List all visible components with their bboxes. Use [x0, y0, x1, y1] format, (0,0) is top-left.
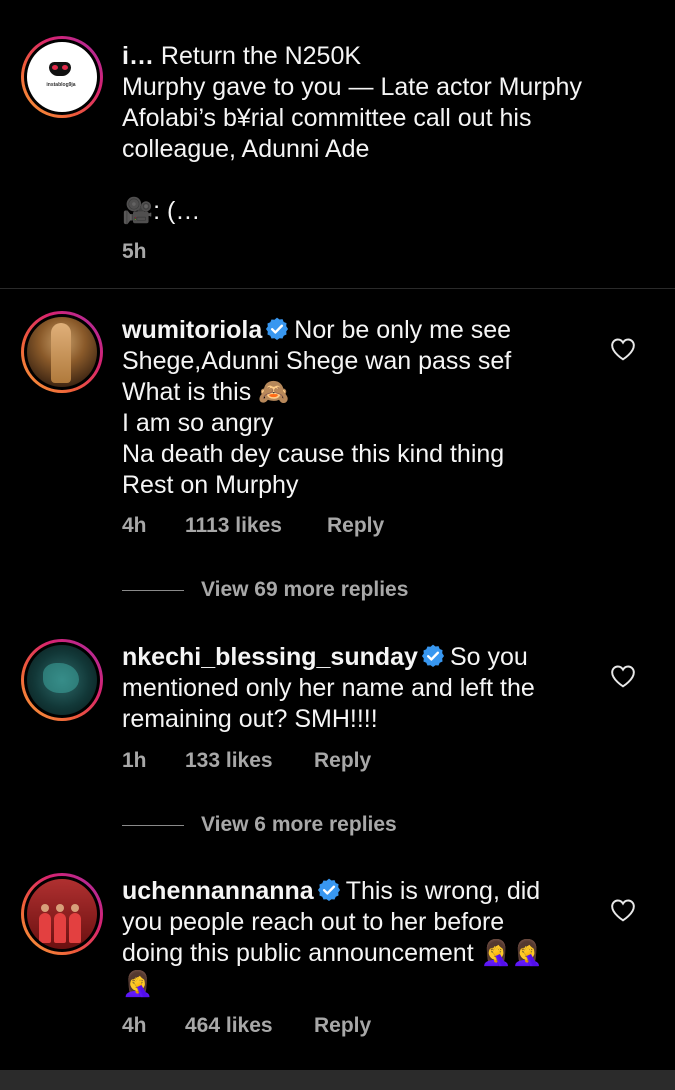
caption-divider [0, 288, 675, 289]
comment-avatar[interactable] [21, 873, 103, 955]
caption-line-3: Afolabi’s b¥rial committee call out his [122, 104, 532, 132]
caption-line-1: Return the N250K [160, 42, 362, 70]
comment-time: 4h [122, 1014, 147, 1037]
caption-credit-redacted: (… [167, 197, 201, 225]
verified-badge-icon [317, 878, 340, 902]
comment-likes[interactable]: 133 likes [185, 749, 273, 773]
comment-line: doing this public announcement 🤦‍♀️🤦‍♀️ [122, 939, 543, 967]
comment-line: Nor be only me see [294, 316, 512, 344]
comment-username[interactable]: uchennannanna [122, 877, 314, 905]
mask-logo-icon [49, 62, 71, 76]
caption-time: 5h [122, 240, 147, 263]
reply-button[interactable]: Reply [314, 749, 371, 773]
heart-outline-icon[interactable] [610, 898, 636, 922]
avatar-logo-text: instablog9ja [46, 82, 76, 88]
comment-line: Na death dey cause this kind thing [122, 440, 505, 468]
comment-likes[interactable]: 464 likes [185, 1014, 273, 1038]
caption-username[interactable]: i… [122, 42, 154, 70]
caption-credit: 🎥: (… [122, 196, 200, 227]
comment-line: mentioned only her name and left the [122, 674, 535, 702]
comment-username[interactable]: wumitoriola [122, 316, 262, 344]
comment-line: What is this 🙈 [122, 378, 290, 406]
bottom-bar [0, 1070, 675, 1090]
camera-icon: 🎥: [122, 197, 168, 225]
comment-line: Shege,Adunni Shege wan pass sef [122, 347, 512, 375]
comment-time: 1h [122, 749, 147, 772]
heart-outline-icon[interactable] [610, 337, 636, 361]
caption-line-4: colleague, Adunni Ade [122, 135, 370, 163]
comment-text: wumitoriola Nor be only me see Shege,Adun… [122, 315, 511, 501]
verified-badge-icon [266, 317, 289, 341]
comment-line: This is wrong, did [345, 877, 541, 905]
comment-time: 4h [122, 514, 147, 537]
comment-avatar[interactable] [21, 639, 103, 721]
comment-line: 🤦‍♀️ [122, 970, 154, 998]
comment-line: I am so angry [122, 409, 274, 437]
comment-text: uchennannanna This is wrong, did you peop… [122, 876, 543, 1000]
comment-line: remaining out? SMH!!!! [122, 705, 378, 733]
post-caption: instablog9ja i… Return the N250K Murphy … [0, 0, 675, 288]
comment-line: you people reach out to her before [122, 908, 505, 936]
comment-avatar[interactable] [21, 311, 103, 393]
caption-text: i… Return the N250K Murphy gave to you —… [122, 41, 582, 165]
comment-line: Rest on Murphy [122, 471, 299, 499]
verified-badge-icon [421, 644, 445, 668]
comment-username[interactable]: nkechi_blessing_sunday [122, 643, 418, 671]
comment-line: So you [449, 643, 528, 671]
comment-likes[interactable]: 1113 likes [185, 514, 282, 538]
heart-outline-icon[interactable] [610, 664, 636, 688]
comment-text: nkechi_blessing_sunday So you mentioned o… [122, 642, 535, 735]
caption-avatar[interactable]: instablog9ja [21, 36, 103, 118]
reply-button[interactable]: Reply [327, 514, 384, 538]
caption-line-2: Murphy gave to you — Late actor Murphy [122, 73, 582, 101]
reply-button[interactable]: Reply [314, 1014, 371, 1038]
